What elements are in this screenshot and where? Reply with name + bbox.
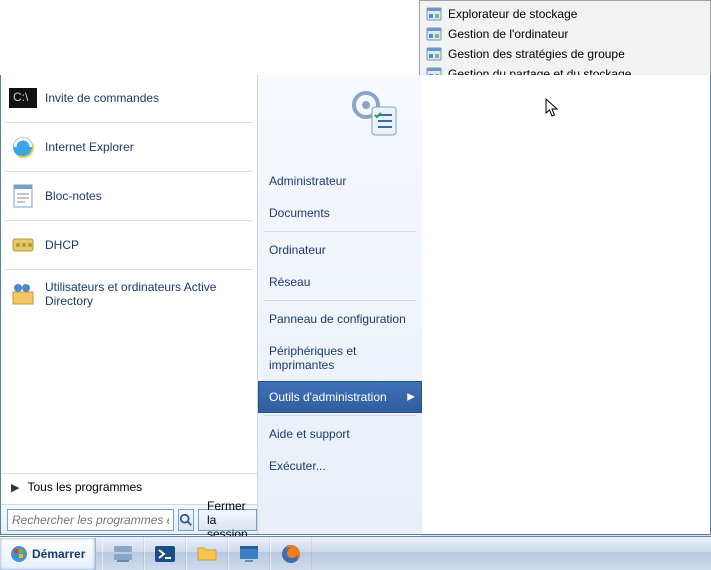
mid-item[interactable]: Administrateur <box>258 165 422 197</box>
pinned-label: Bloc-notes <box>45 189 102 203</box>
tool-icon <box>426 6 442 22</box>
pinned-dhcp[interactable]: DHCP <box>1 227 257 263</box>
pinned-label: Internet Explorer <box>45 140 134 154</box>
separator <box>5 220 253 221</box>
pinned-ie[interactable]: Internet Explorer <box>1 129 257 165</box>
mid-item[interactable]: Documents <box>258 197 422 229</box>
mid-item[interactable]: Exécuter... <box>258 450 422 482</box>
taskbar-powershell[interactable] <box>144 537 186 570</box>
pinned-cmd[interactable]: C:\ Invite de commandes <box>1 80 257 116</box>
mid-item-label: Exécuter... <box>269 459 326 473</box>
mid-item[interactable]: Ordinateur <box>258 234 422 266</box>
mid-item[interactable]: Périphériques et imprimantes <box>258 335 422 381</box>
all-programs-label: Tous les programmes <box>27 480 142 494</box>
separator <box>264 231 416 232</box>
pinned-list: C:\ Invite de commandes Internet Explorer B… <box>1 75 257 312</box>
mid-item[interactable]: Outils d'administration ▶ <box>258 381 422 413</box>
start-right-panel: Administrateur Documents Ordinateur Réseau P… <box>257 75 422 534</box>
submenu-item[interactable]: Explorateur de stockage <box>420 4 710 24</box>
windows-logo-icon <box>10 545 28 563</box>
search-button[interactable] <box>178 509 194 531</box>
admin-tools-header-icon <box>348 87 402 141</box>
firefox-icon <box>279 542 303 566</box>
submenu-label: Explorateur de stockage <box>448 7 577 21</box>
taskbar-server-manager[interactable] <box>102 537 144 570</box>
mid-item-label: Documents <box>269 206 330 220</box>
pinned-label: Utilisateurs et ordinateurs Active Direc… <box>45 280 249 308</box>
server-manager-icon <box>111 542 135 566</box>
mid-item-label: Aide et support <box>269 427 350 441</box>
mid-item[interactable]: Aide et support <box>258 418 422 450</box>
start-menu: C:\ Invite de commandes Internet Explorer B… <box>0 75 711 535</box>
arrow-right-icon: ▶ <box>11 481 19 494</box>
mid-item-label: Ordinateur <box>269 243 326 257</box>
start-left-panel: C:\ Invite de commandes Internet Explorer B… <box>1 75 257 534</box>
tool-icon <box>426 46 442 62</box>
separator <box>264 300 416 301</box>
submenu-item[interactable]: Gestion de l'ordinateur <box>420 24 710 44</box>
mid-item-label: Réseau <box>269 275 310 289</box>
taskbar-firefox[interactable] <box>270 537 312 570</box>
svg-text:C:\: C:\ <box>13 90 29 104</box>
desktop-icon <box>237 542 261 566</box>
dhcp-icon <box>9 231 37 259</box>
search-row: Fermer la session ▶ <box>1 504 257 534</box>
submenu-item[interactable]: Gestion des stratégies de groupe <box>420 44 710 64</box>
pinned-notepad[interactable]: Bloc-notes <box>1 178 257 214</box>
mid-item-label: Périphériques et imprimantes <box>269 344 356 372</box>
chevron-right-icon: ▶ <box>407 392 415 403</box>
mid-item-label: Administrateur <box>269 174 346 188</box>
taskbar-explorer[interactable] <box>186 537 228 570</box>
search-icon <box>179 513 193 527</box>
cmd-icon: C:\ <box>9 84 37 112</box>
ie-icon <box>9 133 37 161</box>
mid-item-label: Panneau de configuration <box>269 312 406 326</box>
submenu-label: Gestion de l'ordinateur <box>448 27 568 41</box>
separator <box>5 122 253 123</box>
search-input[interactable] <box>7 509 174 531</box>
adusers-icon <box>9 280 37 308</box>
mid-item[interactable]: Panneau de configuration <box>258 303 422 335</box>
submenu-label: Gestion des stratégies de groupe <box>448 47 625 61</box>
taskbar-show-desktop[interactable] <box>228 537 270 570</box>
folder-icon <box>195 542 219 566</box>
all-programs[interactable]: ▶ Tous les programmes <box>1 473 257 500</box>
start-label: Démarrer <box>32 547 85 561</box>
logoff-button[interactable]: Fermer la session <box>198 509 257 531</box>
powershell-icon <box>153 542 177 566</box>
mid-item-label: Outils d'administration <box>269 390 387 404</box>
notepad-icon <box>9 182 37 210</box>
pinned-adusers[interactable]: Utilisateurs et ordinateurs Active Direc… <box>1 276 257 312</box>
mid-list: Administrateur Documents Ordinateur Réseau P… <box>258 165 422 482</box>
taskbar: Démarrer <box>0 536 711 570</box>
mid-item[interactable]: Réseau <box>258 266 422 298</box>
start-button[interactable]: Démarrer <box>0 537 96 570</box>
separator <box>5 269 253 270</box>
tool-icon <box>426 26 442 42</box>
separator <box>5 171 253 172</box>
pinned-label: DHCP <box>45 238 79 252</box>
separator <box>264 415 416 416</box>
pinned-label: Invite de commandes <box>45 91 159 105</box>
logoff-label: Fermer la session <box>207 499 248 541</box>
